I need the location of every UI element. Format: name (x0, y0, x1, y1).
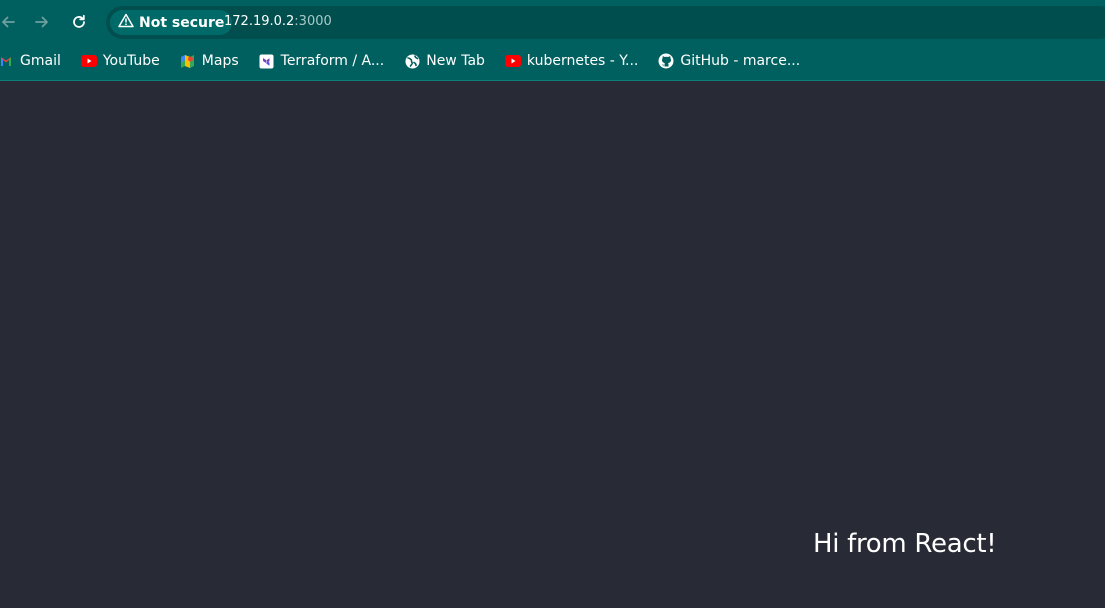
bookmark-label: Maps (201, 53, 239, 69)
security-chip[interactable]: Not secure (110, 10, 233, 35)
forward-arrow-icon[interactable] (28, 8, 56, 36)
youtube-icon (80, 53, 97, 69)
url-port: :3000 (294, 14, 332, 29)
greeting-text: Hi from React! (813, 529, 997, 559)
maps-icon (180, 53, 196, 69)
bookmarks-bar: Gmail YouTube Maps Terraform / A... New … (0, 44, 1105, 78)
address-bar[interactable]: Not secure 172.19.0.2:3000 (106, 6, 1105, 39)
back-arrow-icon[interactable] (0, 8, 22, 36)
bookmark-label: Gmail (20, 53, 61, 69)
bookmark-label: New Tab (426, 53, 485, 69)
globe-icon (404, 53, 420, 69)
bookmark-label: YouTube (102, 53, 160, 69)
bookmark-label: Terraform / A... (280, 53, 385, 69)
gmail-icon (0, 53, 14, 69)
url-text[interactable]: 172.19.0.2:3000 (224, 14, 332, 29)
bookmark-new-tab[interactable]: New Tab (394, 47, 495, 75)
bookmark-github[interactable]: GitHub - marce... (648, 47, 810, 75)
security-label: Not secure (139, 14, 225, 31)
browser-chrome: Not secure 172.19.0.2:3000 Gmail YouTube… (0, 0, 1105, 81)
bookmark-gmail[interactable]: Gmail (0, 47, 71, 75)
bookmark-kubernetes[interactable]: kubernetes - Y... (495, 47, 648, 75)
bookmark-youtube[interactable]: YouTube (71, 47, 170, 75)
page-content: Hi from React! (0, 81, 1105, 608)
browser-toolbar: Not secure 172.19.0.2:3000 (0, 0, 1105, 44)
warning-triangle-icon (118, 13, 134, 32)
youtube-icon (504, 53, 521, 69)
github-icon (658, 53, 674, 69)
terraform-icon (259, 53, 275, 69)
bookmark-terraform[interactable]: Terraform / A... (249, 47, 395, 75)
bookmark-label: GitHub - marce... (680, 53, 801, 69)
bookmark-maps[interactable]: Maps (170, 47, 249, 75)
bookmark-label: kubernetes - Y... (526, 53, 639, 69)
url-host: 172.19.0.2 (224, 14, 295, 29)
reload-icon[interactable] (65, 8, 93, 36)
